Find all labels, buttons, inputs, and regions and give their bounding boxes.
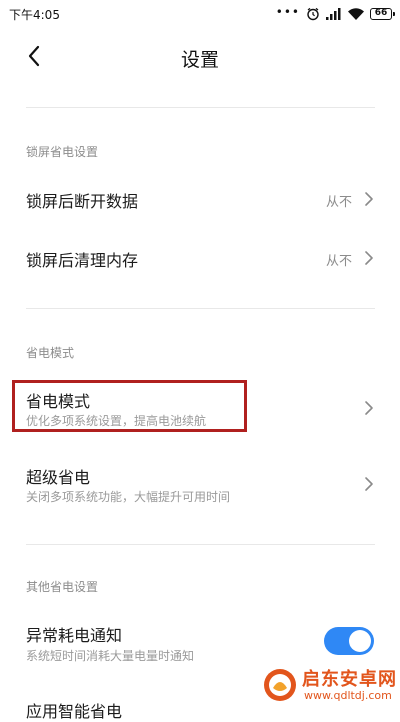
wifi-icon: [348, 8, 364, 20]
divider: [26, 308, 375, 309]
status-icons: ••• 66: [275, 5, 395, 23]
row-title: 超级省电: [26, 468, 91, 487]
status-bar: 下午4:05 ••• 66: [0, 0, 400, 30]
toggle-knob: [349, 630, 371, 652]
watermark-title: 启东安卓网: [302, 669, 397, 690]
header: 设置: [0, 30, 400, 86]
watermark-logo-icon: [264, 669, 296, 701]
row-value: 从不: [325, 254, 352, 269]
row-title: 应用智能省电: [26, 702, 123, 721]
row-title: 锁屏后断开数据: [26, 192, 139, 211]
notification-dots: •••: [275, 5, 300, 19]
divider: [26, 107, 375, 108]
section-label-other: 其他省电设置: [26, 580, 99, 594]
abnormal-drain-toggle[interactable]: [324, 627, 374, 655]
page-title: 设置: [180, 49, 219, 71]
row-subtitle: 关闭多项系统功能，大幅提升可用时间: [26, 490, 231, 504]
row-lock-clear-memory[interactable]: 锁屏后清理内存 从不: [0, 232, 400, 286]
alarm-icon: [306, 7, 320, 21]
section-label-lockscreen: 锁屏省电设置: [26, 145, 99, 159]
chevron-right-icon: [365, 192, 373, 206]
chevron-right-icon: [365, 251, 373, 265]
section-label-power-mode: 省电模式: [26, 346, 75, 360]
signal-icon: [326, 8, 342, 20]
watermark: 启东安卓网 www.qdltdj.com: [262, 663, 397, 707]
status-time: 下午4:05: [9, 8, 60, 22]
battery-icon: 66: [370, 8, 395, 20]
chevron-right-icon: [365, 401, 373, 415]
row-title: 异常耗电通知: [26, 626, 123, 645]
row-title: 锁屏后清理内存: [26, 251, 139, 270]
row-lock-disconnect-data[interactable]: 锁屏后断开数据 从不: [0, 173, 400, 227]
chevron-right-icon: [365, 477, 373, 491]
row-subtitle: 系统短时间消耗大量电量时通知: [26, 649, 195, 663]
watermark-url: www.qdltdj.com: [304, 689, 392, 702]
highlight-box: [12, 380, 247, 432]
divider: [26, 544, 375, 545]
row-value: 从不: [325, 195, 352, 210]
row-ultra-power-saving[interactable]: 超级省电 关闭多项系统功能，大幅提升可用时间: [0, 456, 400, 516]
